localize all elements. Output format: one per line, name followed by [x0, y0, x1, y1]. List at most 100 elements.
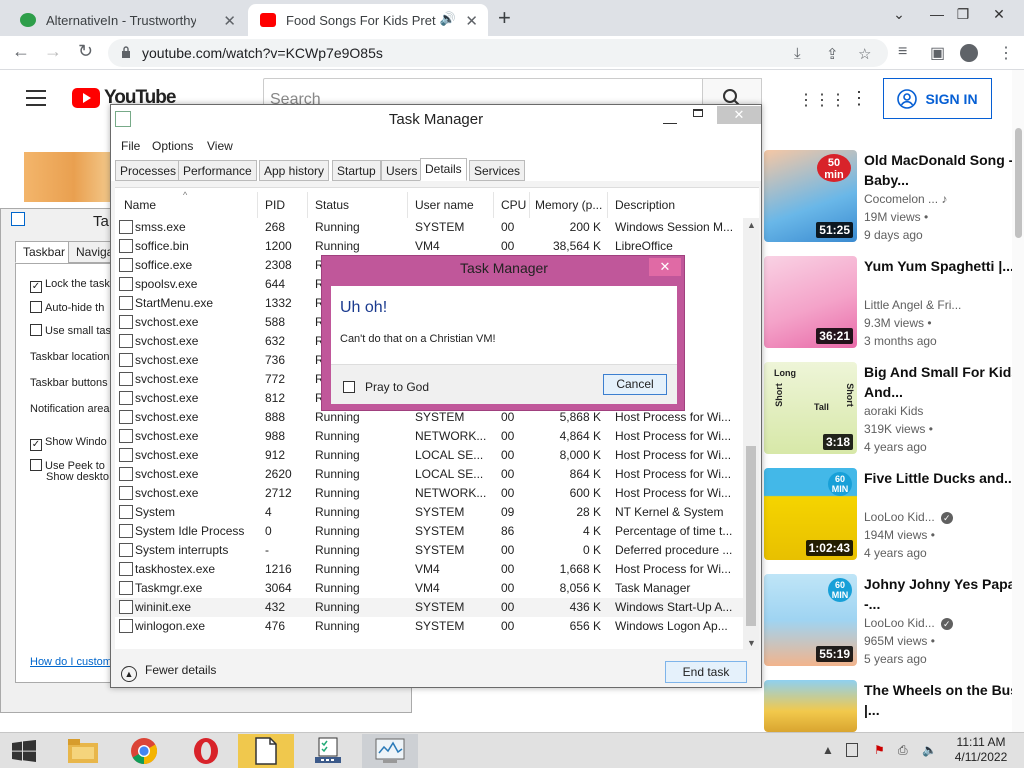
bookmark-star-icon[interactable]: ☆: [858, 45, 871, 63]
column-header-description[interactable]: Description: [615, 198, 675, 212]
tab-performance[interactable]: Performance: [178, 160, 257, 181]
start-button[interactable]: [0, 734, 56, 768]
forward-icon[interactable]: →: [44, 41, 62, 62]
table-row[interactable]: wininit.exe 432 Running SYSTEM 00 436 K Window…: [115, 598, 743, 617]
video-thumbnail[interactable]: 36:21: [764, 256, 857, 348]
video-title[interactable]: Five Little Ducks and...: [864, 468, 1022, 488]
show-windows-checkbox[interactable]: ✓: [30, 439, 42, 451]
browser-tab-youtube[interactable]: Food Songs For Kids Pretend 🔊 ✕: [248, 4, 488, 36]
reload-icon[interactable]: ↻: [78, 41, 93, 62]
video-title[interactable]: Johny Johny Yes Papa -...: [864, 574, 1022, 614]
scroll-down-icon[interactable]: ▼: [747, 638, 756, 648]
tablet-icon[interactable]: [846, 743, 858, 757]
column-header-pid[interactable]: PID: [265, 198, 285, 212]
column-header-name[interactable]: Name: [124, 198, 156, 212]
tab-taskbar[interactable]: Taskbar: [15, 241, 74, 263]
tab-details[interactable]: Details: [420, 158, 467, 181]
lock-taskbar-checkbox[interactable]: ✓: [30, 281, 42, 293]
side-panel-icon[interactable]: ▣: [930, 43, 945, 63]
system-clock[interactable]: 11:11 AM 4/11/2022: [946, 735, 1016, 765]
table-row[interactable]: svchost.exe 2620 Running LOCAL SE... 00 864 K…: [115, 465, 743, 484]
column-header-cpu[interactable]: CPU: [501, 198, 526, 212]
recommendation-item[interactable]: 60 MIN 55:19 Johny Johny Yes Papa -... L…: [764, 574, 1024, 674]
video-title[interactable]: Old MacDonald Song - Baby...: [864, 150, 1022, 190]
close-tab-icon[interactable]: ✕: [465, 12, 478, 30]
video-thumbnail[interactable]: 50 min 51:25: [764, 150, 857, 242]
video-thumbnail[interactable]: 60 MIN 1:02:43: [764, 468, 857, 560]
table-row[interactable]: System 4 Running SYSTEM 09 28 K NT Kernel & Sy…: [115, 503, 743, 522]
channel-name[interactable]: LooLoo Kid...: [864, 616, 935, 630]
table-row[interactable]: svchost.exe 988 Running NETWORK... 00 4,864 K…: [115, 427, 743, 446]
table-row[interactable]: taskhostex.exe 1216 Running VM4 00 1,668 K Hos…: [115, 560, 743, 579]
column-header-memory[interactable]: Memory (p...: [535, 198, 602, 212]
back-icon[interactable]: ←: [12, 41, 30, 62]
channel-name[interactable]: Cocomelon ...: [864, 192, 938, 206]
menu-options[interactable]: Options: [152, 139, 193, 153]
settings-kebab-icon[interactable]: ⋮: [850, 88, 868, 109]
hamburger-menu-icon[interactable]: [26, 90, 46, 106]
channel-name[interactable]: Little Angel & Fri...: [864, 298, 1022, 312]
column-header-user-name[interactable]: User name: [415, 198, 474, 212]
browser-tab-alternativein[interactable]: AlternativeIn - Trustworthy Software ✕: [8, 4, 246, 36]
network-icon[interactable]: ⎙: [898, 743, 908, 758]
sign-in-button[interactable]: SIGN IN: [883, 78, 992, 119]
auto-hide-checkbox[interactable]: [30, 301, 42, 313]
customize-help-link[interactable]: How do I custom: [30, 656, 112, 668]
youtube-logo-icon[interactable]: [72, 88, 100, 108]
taskbar-taskbar-settings[interactable]: [300, 734, 356, 768]
volume-muted-icon[interactable]: 🔈: [922, 743, 937, 757]
menu-file[interactable]: File: [121, 139, 140, 153]
table-row[interactable]: svchost.exe 2712 Running NETWORK... 00 600 K H…: [115, 484, 743, 503]
small-buttons-checkbox[interactable]: [30, 324, 42, 336]
end-task-button[interactable]: End task: [665, 661, 747, 683]
channel-name[interactable]: aoraki Kids: [864, 404, 1022, 418]
pray-to-god-checkbox[interactable]: [343, 381, 355, 393]
table-row[interactable]: smss.exe 268 Running SYSTEM 00 200 K Windows S…: [115, 218, 743, 237]
scroll-up-icon[interactable]: ▲: [747, 220, 756, 230]
recommendation-item[interactable]: 36:21 Yum Yum Spaghetti |... Little Ange…: [764, 256, 1024, 356]
install-app-icon[interactable]: ⤓: [794, 45, 801, 62]
recommendation-item[interactable]: 50 min 51:25 Old MacDonald Song - Baby..…: [764, 150, 1024, 250]
channel-name[interactable]: LooLoo Kid...: [864, 510, 935, 524]
dialog-close-icon[interactable]: ✕: [649, 258, 681, 276]
taskbar-file-explorer[interactable]: [56, 734, 112, 768]
fewer-details-button[interactable]: ▲ Fewer details: [121, 663, 216, 682]
tab-app-history[interactable]: App history: [259, 160, 330, 181]
video-thumbnail[interactable]: 60 MIN 55:19: [764, 574, 857, 666]
media-control-icon[interactable]: ≡: [898, 43, 907, 61]
video-player-thumbnail[interactable]: [24, 152, 124, 202]
table-scrollbar[interactable]: ▲ ▼: [743, 218, 759, 650]
network-warning-icon[interactable]: ⚑: [874, 743, 885, 757]
table-row[interactable]: System interrupts - Running SYSTEM 00 0 K Defe…: [115, 541, 743, 560]
recommendation-item[interactable]: Long Short Tall Short 3:18 Big And Small…: [764, 362, 1024, 462]
address-bar[interactable]: youtube.com/watch?v=KCWp7e9O85s ⤓ ⇪ ☆: [108, 39, 888, 67]
taskbar-notepad[interactable]: [238, 734, 294, 768]
recommendation-item[interactable]: The Wheels on the Bus |...: [764, 680, 1024, 732]
title-bar[interactable]: Task Manager — ✕: [111, 105, 761, 135]
taskbar-opera[interactable]: [178, 734, 234, 768]
table-row[interactable]: svchost.exe 912 Running LOCAL SE... 00 8,000 …: [115, 446, 743, 465]
apps-grid-icon[interactable]: ⋮⋮⋮: [798, 90, 846, 110]
close-icon[interactable]: ✕: [717, 106, 761, 124]
tab-users[interactable]: Users: [381, 160, 423, 181]
table-row[interactable]: Taskmgr.exe 3064 Running VM4 00 8,056 K Task M…: [115, 579, 743, 598]
tab-startup[interactable]: Startup: [332, 160, 381, 181]
new-tab-icon[interactable]: +: [498, 5, 511, 31]
table-row[interactable]: soffice.bin 1200 Running VM4 00 38,564 K Libre…: [115, 237, 743, 256]
video-thumbnail[interactable]: Long Short Tall Short 3:18: [764, 362, 857, 454]
minimize-icon[interactable]: —: [663, 107, 677, 137]
tab-processes[interactable]: Processes: [115, 160, 182, 181]
taskbar-chrome[interactable]: [116, 734, 172, 768]
close-window-icon[interactable]: ✕: [976, 0, 1022, 28]
video-title[interactable]: Big And Small For Kids And...: [864, 362, 1022, 402]
profile-avatar-icon[interactable]: [960, 44, 978, 62]
peek-checkbox[interactable]: [30, 459, 42, 471]
pray-to-god-option[interactable]: Pray to God: [343, 380, 429, 394]
taskbar-task-manager[interactable]: [362, 734, 418, 768]
tab-services[interactable]: Services: [469, 160, 526, 181]
table-row[interactable]: winlogon.exe 476 Running SYSTEM 00 656 K Windo…: [115, 617, 743, 636]
share-icon[interactable]: ⇪: [826, 45, 839, 63]
close-tab-icon[interactable]: ✕: [223, 12, 236, 30]
menu-view[interactable]: View: [207, 139, 233, 153]
menu-kebab-icon[interactable]: ⋮: [998, 43, 1014, 63]
